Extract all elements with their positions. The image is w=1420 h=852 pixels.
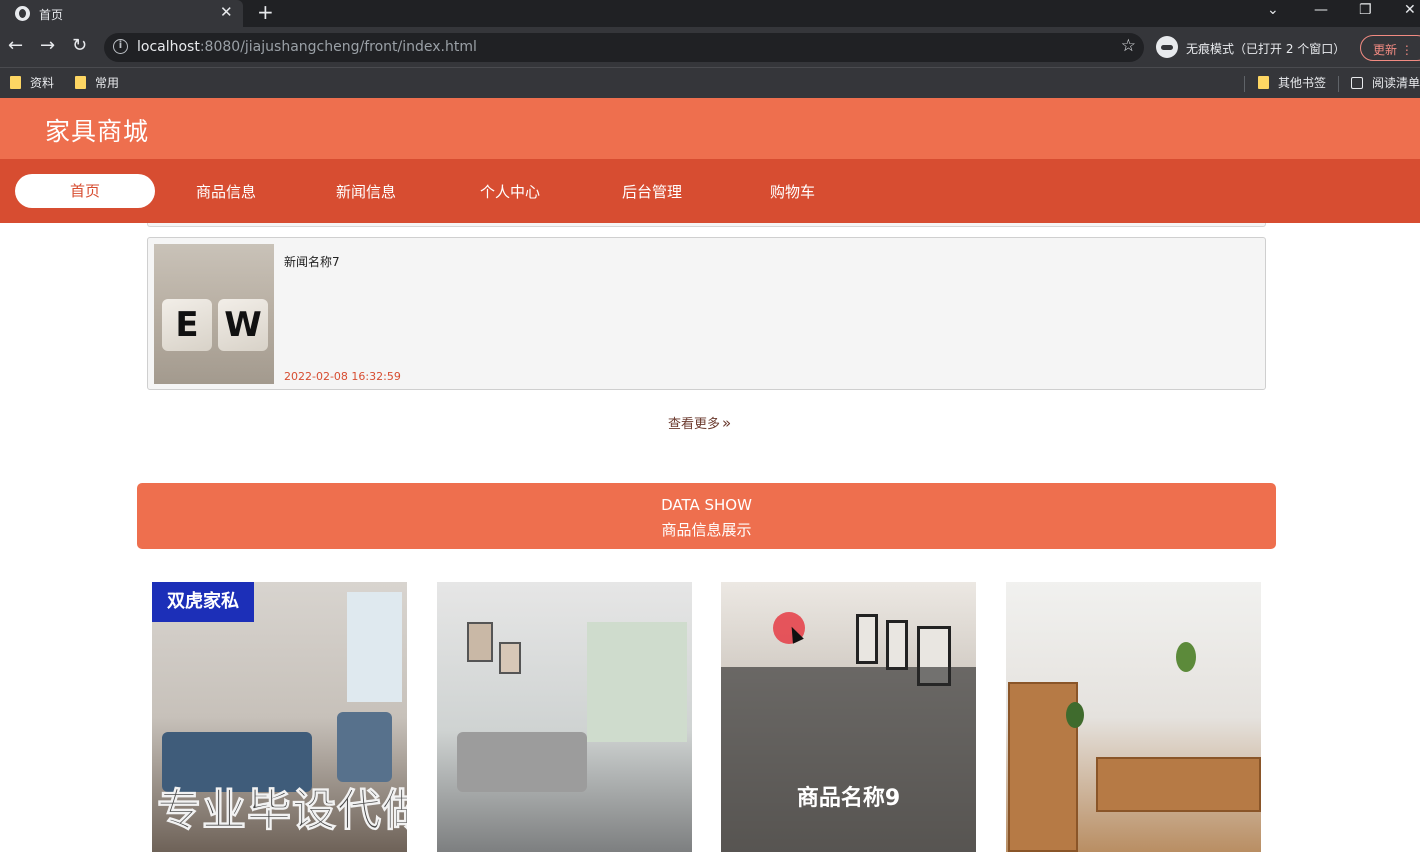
restore-icon[interactable]: ❐ <box>1359 2 1372 18</box>
nav-cart[interactable]: 购物车 <box>770 181 815 202</box>
nav-news[interactable]: 新闻信息 <box>336 181 396 202</box>
bookmark-divider <box>1338 76 1339 92</box>
browser-tab[interactable]: 首页 ✕ <box>0 0 243 27</box>
news-title[interactable]: 新闻名称7 <box>284 253 340 270</box>
news-card-previous[interactable] <box>147 223 1266 227</box>
product-card[interactable]: 商品名称9 <box>721 582 976 852</box>
picture-frame <box>499 642 521 674</box>
product-card[interactable] <box>1006 582 1261 852</box>
picture-frame <box>467 622 493 662</box>
globe-icon <box>15 6 30 21</box>
close-window-icon[interactable]: ✕ <box>1404 2 1416 18</box>
minimize-icon[interactable]: — <box>1314 2 1328 18</box>
double-chevron-right-icon: » <box>722 414 732 432</box>
tab-search-icon[interactable]: ⌄ <box>1267 2 1279 18</box>
news-time: 2022-02-08 16:32:59 <box>284 370 401 383</box>
site-nav: 首页 商品信息 新闻信息 个人中心 后台管理 购物车 <box>0 159 1420 223</box>
product-name[interactable]: 商品名称9 <box>721 780 976 812</box>
bookmarks-bar: 资料 常用 其他书签 阅读清单 <box>0 67 1420 98</box>
letter-cube: E <box>162 299 212 351</box>
banner-title-en: DATA SHOW <box>661 496 752 514</box>
site-title: 家具商城 <box>45 117 150 146</box>
bookmark-star-icon[interactable]: ☆ <box>1121 36 1136 56</box>
nav-home[interactable]: 首页 <box>15 174 155 208</box>
sofa-shape <box>457 732 587 792</box>
picture-frame <box>886 620 908 670</box>
nav-products[interactable]: 商品信息 <box>196 181 256 202</box>
plant-shape <box>1176 642 1196 672</box>
folder-icon <box>10 76 21 89</box>
info-icon[interactable]: i <box>113 39 128 54</box>
news-card[interactable]: E W 新闻名称7 2022-02-08 16:32:59 <box>147 237 1266 390</box>
tv-stand-shape <box>1096 757 1261 812</box>
plant-shape <box>1066 702 1084 728</box>
bookmark-folder-ziliao[interactable]: 资料 <box>10 74 54 91</box>
window-shape <box>587 622 687 742</box>
bookmark-divider <box>1244 76 1245 92</box>
letter-cube: W <box>218 299 268 351</box>
data-show-banner: DATA SHOW 商品信息展示 <box>137 483 1276 549</box>
reading-list-icon <box>1351 77 1363 89</box>
site-header: 家具商城 <box>0 98 1420 159</box>
news-thumbnail[interactable]: E W <box>154 244 274 384</box>
view-more-link[interactable]: 查看更多» <box>668 413 731 432</box>
window-shape <box>347 592 402 702</box>
bookmark-folder-other[interactable]: 其他书签 <box>1258 74 1326 91</box>
browser-toolbar: ← → ↻ i localhost:8080/jiajushangcheng/f… <box>0 27 1420 67</box>
brand-tag: 双虎家私 <box>152 582 254 622</box>
bookmark-folder-changyong[interactable]: 常用 <box>75 74 119 91</box>
reload-icon[interactable]: ↻ <box>72 36 87 56</box>
update-button[interactable]: 更新 ⋮ <box>1360 35 1420 61</box>
product-card[interactable]: 双虎家私 专业毕设代做 <box>152 582 407 852</box>
nav-admin[interactable]: 后台管理 <box>622 181 682 202</box>
chair-shape <box>337 712 392 782</box>
back-icon[interactable]: ← <box>8 36 23 56</box>
forward-icon[interactable]: → <box>40 36 55 56</box>
watermark-text: 专业毕设代做 <box>157 785 408 837</box>
browser-tabbar: 首页 ✕ + ⌄ — ❐ ✕ <box>0 0 1420 27</box>
reading-list[interactable]: 阅读清单 <box>1351 74 1420 91</box>
address-bar[interactable]: i localhost:8080/jiajushangcheng/front/i… <box>104 33 1144 62</box>
new-tab-icon[interactable]: + <box>257 0 274 24</box>
tab-title: 首页 <box>39 8 64 22</box>
product-card[interactable] <box>437 582 692 852</box>
picture-frame <box>856 614 878 664</box>
product-hover-overlay <box>721 667 976 852</box>
url-text: localhost:8080/jiajushangcheng/front/ind… <box>137 39 477 55</box>
folder-icon <box>1258 76 1269 89</box>
close-tab-icon[interactable]: ✕ <box>220 3 233 21</box>
nav-profile[interactable]: 个人中心 <box>480 181 540 202</box>
banner-title-cn: 商品信息展示 <box>661 521 752 539</box>
folder-icon <box>75 76 86 89</box>
incognito-icon <box>1156 36 1178 58</box>
